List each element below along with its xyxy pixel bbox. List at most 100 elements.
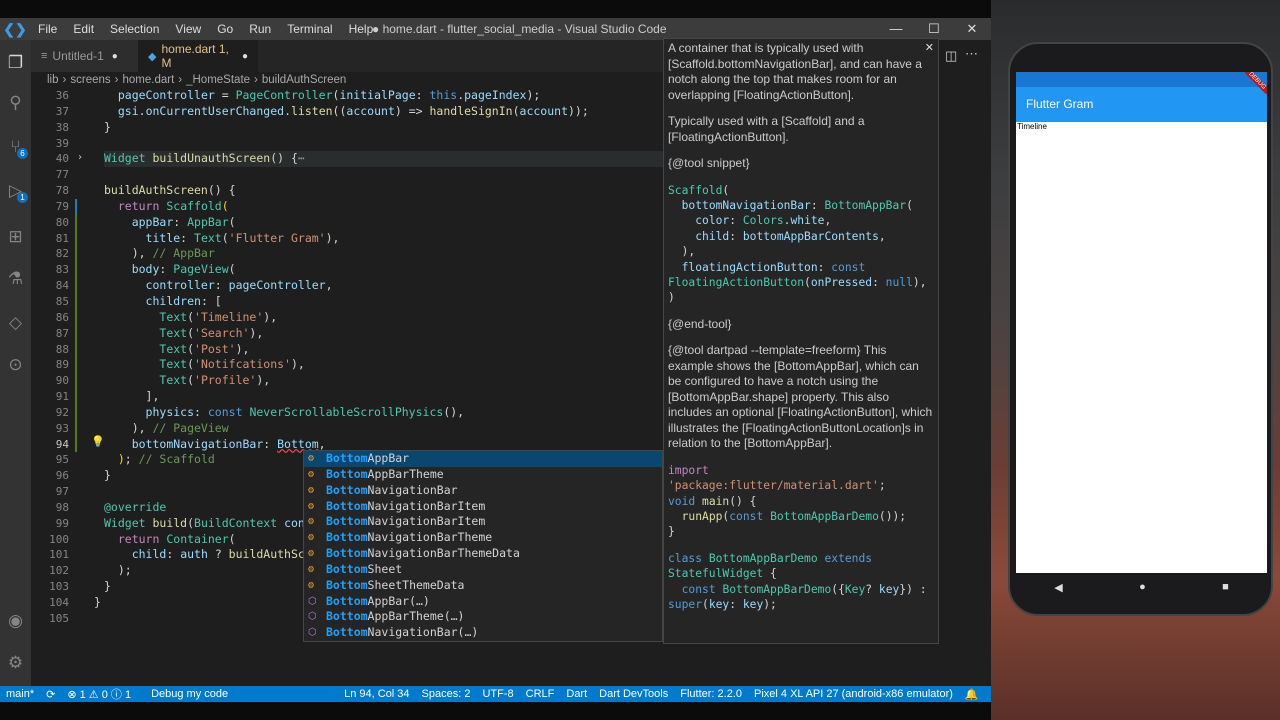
home-icon[interactable]: ●	[1139, 581, 1146, 593]
lightbulb-icon[interactable]: 💡	[91, 435, 105, 448]
unsaved-dot-icon[interactable]: ●	[112, 51, 118, 62]
suggestion-match: Bottom	[326, 498, 368, 513]
change-marker	[71, 468, 83, 484]
extensions-icon[interactable]: ⊞	[0, 224, 31, 250]
account-icon[interactable]: ◉	[0, 608, 31, 634]
suggestion-item[interactable]: ⬡ Bottom NavigationBar(…)	[304, 625, 662, 641]
suggestion-label: SheetThemeData	[367, 577, 465, 592]
change-marker	[71, 230, 83, 247]
suggestion-item[interactable]: ⚙ Bottom NavigationBarItem	[304, 499, 662, 515]
change-marker	[71, 167, 83, 183]
change-marker	[71, 136, 83, 152]
suggestion-item[interactable]: ⚙ Bottom AppBar	[304, 451, 662, 467]
suggestion-item[interactable]: ⚙ Bottom Sheet	[304, 562, 662, 578]
line-ending[interactable]: CRLF	[526, 688, 555, 700]
change-marker	[71, 88, 83, 104]
minimize-button[interactable]: —	[877, 18, 915, 40]
sync-icon[interactable]: ⟳	[46, 688, 55, 701]
change-marker	[71, 357, 83, 374]
suggestion-item[interactable]: ⬡ Bottom AppBarTheme(…)	[304, 609, 662, 625]
problems-indicator[interactable]: ⊗ 1 ⚠ 0 ⓘ 1	[67, 686, 131, 702]
dart-devtools[interactable]: Dart DevTools	[599, 688, 668, 700]
notifications-bell-icon[interactable]: 🔔	[965, 688, 979, 701]
line-number: 94	[55, 437, 69, 451]
class-icon: ⚙	[308, 579, 315, 591]
breadcrumb-lib[interactable]: lib	[47, 74, 59, 86]
suggestion-label: AppBar	[367, 451, 410, 465]
tab-label: home.dart 1, M	[161, 42, 229, 70]
line-number: 82	[55, 247, 69, 261]
suggestion-item[interactable]: ⚙ Bottom SheetThemeData	[304, 578, 662, 594]
code-line: body: PageView(	[131, 262, 236, 277]
menu-terminal[interactable]: Terminal	[279, 18, 340, 40]
suggestion-match: Bottom	[326, 466, 368, 481]
unsaved-dot-icon[interactable]: ●	[242, 51, 248, 62]
suggestion-match: Bottom	[326, 593, 368, 608]
line-number: 102	[49, 564, 69, 578]
breadcrumb-class[interactable]: _HomeState	[186, 74, 250, 86]
git-lens-icon[interactable]: ◇	[0, 310, 31, 336]
language-mode[interactable]: Dart	[566, 688, 587, 700]
remote-icon[interactable]: ⊙	[0, 352, 31, 378]
code-line: Text('Post'),	[159, 341, 250, 356]
android-nav-bar: ◀ ● ■	[1016, 574, 1267, 600]
back-icon[interactable]: ◀	[1054, 581, 1062, 594]
editor-actions: ◫ ⋯	[939, 40, 991, 686]
menu-file[interactable]: File	[30, 18, 65, 40]
git-branch[interactable]: main*	[6, 688, 34, 700]
maximize-button[interactable]: ☐	[915, 18, 953, 40]
line-number: 39	[55, 136, 69, 150]
suggestion-label: NavigationBarItem	[367, 514, 486, 529]
suggestion-item[interactable]: ⚙ Bottom AppBarTheme	[304, 467, 662, 483]
flutter-version[interactable]: Flutter: 2.2.0	[680, 688, 742, 700]
recents-icon[interactable]: ■	[1222, 581, 1229, 593]
suggestion-item[interactable]: ⚙ Bottom NavigationBarItem	[304, 514, 662, 530]
more-actions-icon[interactable]: ⋯	[965, 46, 978, 62]
autocomplete-suggestions[interactable]: ⚙ Bottom AppBar ⚙ Bottom AppBarTheme ⚙ Bottom Na…	[303, 450, 663, 642]
change-marker	[71, 389, 83, 405]
class-icon: ⚙	[308, 453, 315, 464]
line-number: 87	[55, 326, 69, 340]
breadcrumb-method[interactable]: buildAuthScreen	[262, 74, 346, 86]
menu-run[interactable]: Run	[241, 18, 279, 40]
line-number: 92	[55, 405, 69, 419]
suggestion-item[interactable]: ⬡ Bottom AppBar(…)	[304, 594, 662, 610]
suggestion-item[interactable]: ⚙ Bottom NavigationBar	[304, 483, 662, 499]
close-icon[interactable]: ✕	[925, 41, 934, 57]
settings-gear-icon[interactable]: ⚙	[0, 650, 31, 676]
tab-home-dart[interactable]: ◆ home.dart 1, M ●	[138, 40, 258, 72]
close-window-button[interactable]: ✕	[953, 18, 991, 40]
breadcrumb-screens[interactable]: screens	[70, 74, 110, 86]
change-marker	[71, 452, 83, 468]
indentation[interactable]: Spaces: 2	[422, 688, 471, 700]
menu-edit[interactable]: Edit	[65, 18, 102, 40]
code-line: pageController = PageController(initialP…	[117, 88, 541, 102]
code-line: controller: pageController,	[145, 278, 333, 293]
menu-selection[interactable]: Selection	[102, 18, 167, 40]
suggestion-item[interactable]: ⚙ Bottom NavigationBarTheme	[304, 530, 662, 546]
suggestion-item[interactable]: ⚙ Bottom NavigationBarThemeData	[304, 546, 662, 562]
device-selector[interactable]: Pixel 4 XL API 27 (android-x86 emulator)	[754, 688, 953, 700]
split-editor-icon[interactable]: ◫	[945, 48, 957, 64]
emulator-screen[interactable]: Flutter Gram DEBUG Timeline	[1016, 72, 1267, 573]
breadcrumb-file[interactable]: home.dart	[122, 74, 174, 86]
dart-file-icon: ◆	[148, 50, 157, 63]
explorer-icon[interactable]: ❐	[0, 50, 31, 76]
line-number: 81	[55, 231, 69, 245]
line-number: 103	[49, 580, 69, 594]
fold-chevron-icon[interactable]: ›	[77, 152, 83, 163]
menu-go[interactable]: Go	[209, 18, 241, 40]
line-number: 78	[55, 184, 69, 198]
cursor-position[interactable]: Ln 94, Col 34	[344, 688, 409, 700]
change-markers	[71, 88, 83, 627]
tab-untitled-1[interactable]: ≡ Untitled-1 ●	[31, 40, 138, 72]
testing-icon[interactable]: ⚗	[0, 266, 31, 292]
search-icon[interactable]: ⚲	[0, 90, 31, 116]
encoding[interactable]: UTF-8	[482, 688, 513, 700]
code-line: return Scaffold(	[117, 198, 229, 213]
bottom-letterbox	[0, 702, 991, 720]
status-bar: main* ⟳ ⊗ 1 ⚠ 0 ⓘ 1 Debug my code Ln 94,…	[0, 686, 991, 702]
code-line: appBar: AppBar(	[131, 214, 236, 229]
menu-view[interactable]: View	[167, 18, 209, 40]
debug-config[interactable]: Debug my code	[151, 688, 228, 700]
